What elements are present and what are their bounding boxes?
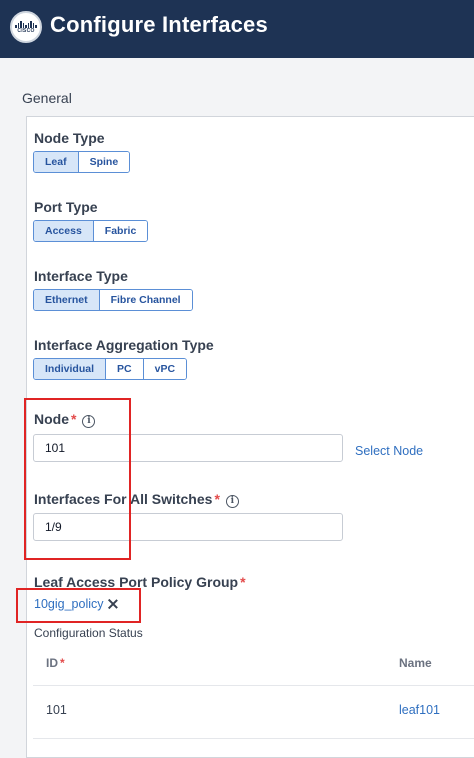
column-header-id[interactable]: ID * [46,656,65,670]
select-node-link[interactable]: Select Node [355,444,423,458]
aggregation-type-toggle: Individual PC vPC [33,358,188,380]
interface-type-fibre-channel[interactable]: Fibre Channel [98,290,192,310]
table-cell-name-link[interactable]: leaf101 [399,703,440,717]
node-type-leaf[interactable]: Leaf [34,152,78,172]
cisco-logo: CISCO [10,11,42,43]
required-mark: * [214,491,220,507]
required-mark: * [240,574,246,590]
annotation-box-node-interfaces [24,398,131,560]
table-divider [33,738,474,739]
aggregation-vpc[interactable]: vPC [142,359,187,379]
aggregation-type-label: Interface Aggregation Type [34,337,214,353]
table-cell-id: 101 [46,703,67,717]
aggregation-pc[interactable]: PC [105,359,143,379]
interface-type-ethernet[interactable]: Ethernet [34,290,99,310]
config-status-table: ID * Name 101 leaf101 [33,642,474,742]
node-type-label: Node Type [34,130,105,146]
info-icon[interactable]: i [225,495,239,508]
interface-type-label: Interface Type [34,268,128,284]
app-header: CISCO Configure Interfaces [0,0,474,58]
node-type-toggle: Leaf Spine [33,151,131,173]
port-type-access[interactable]: Access [34,221,93,241]
port-type-toggle: Access Fabric [33,220,149,242]
annotation-box-policy-group [16,588,141,623]
column-header-name[interactable]: Name [399,656,432,670]
page-title: Configure Interfaces [50,12,268,37]
section-title-general: General [22,90,72,106]
aggregation-individual[interactable]: Individual [34,359,106,379]
table-divider [33,685,474,686]
interface-type-toggle: Ethernet Fibre Channel [33,289,193,311]
node-type-spine[interactable]: Spine [77,152,130,172]
port-type-fabric[interactable]: Fabric [92,221,148,241]
port-type-label: Port Type [34,199,98,215]
config-status-label: Configuration Status [34,626,143,640]
